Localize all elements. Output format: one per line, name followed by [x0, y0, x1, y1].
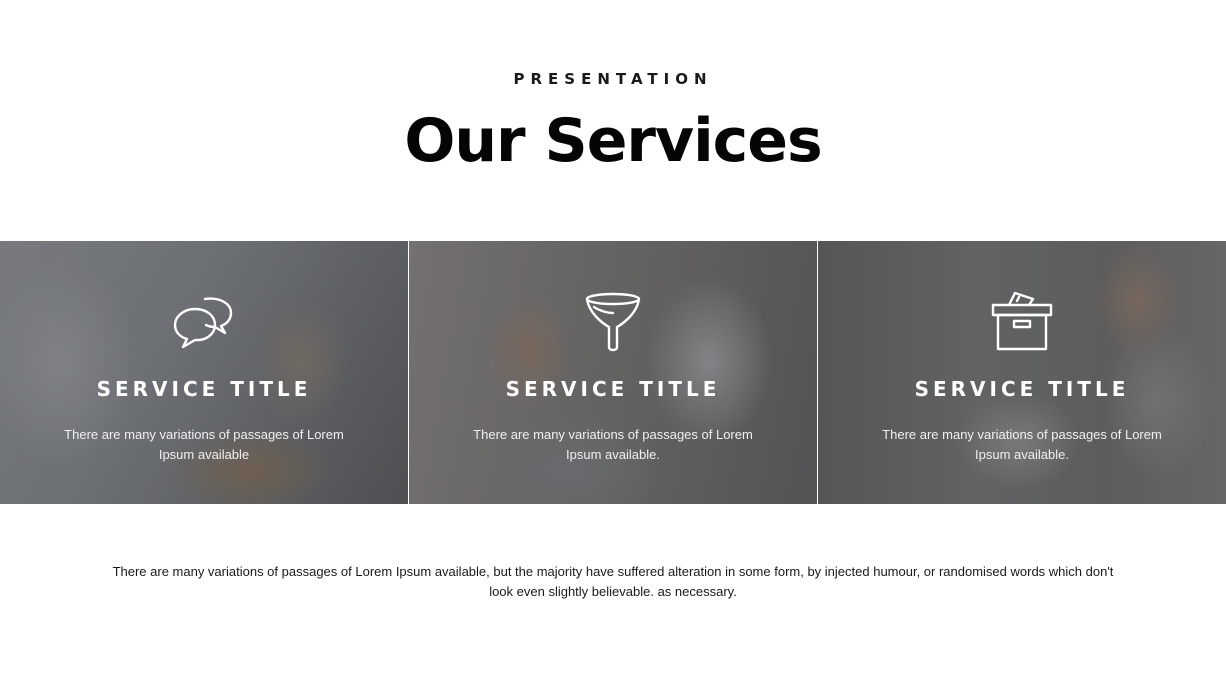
- services-band: SERVICE TITLE There are many variations …: [0, 241, 1226, 504]
- slide: PRESENTATION Our Services SERVICE TITLE …: [0, 0, 1226, 690]
- footer-paragraph: There are many variations of passages of…: [112, 564, 1114, 599]
- speech-bubbles-icon: [0, 289, 408, 355]
- funnel-icon: [409, 289, 817, 355]
- service-card-content: SERVICE TITLE There are many variations …: [0, 241, 408, 504]
- eyebrow-label: PRESENTATION: [513, 70, 713, 88]
- service-card-content: SERVICE TITLE There are many variations …: [818, 241, 1226, 504]
- archive-box-icon: [818, 289, 1226, 355]
- service-card-3: SERVICE TITLE There are many variations …: [817, 241, 1226, 504]
- service-title: SERVICE TITLE: [914, 377, 1130, 401]
- service-card-2: SERVICE TITLE There are many variations …: [408, 241, 817, 504]
- service-description: There are many variations of passages of…: [882, 427, 1162, 462]
- service-description: There are many variations of passages of…: [64, 427, 344, 462]
- service-card-content: SERVICE TITLE There are many variations …: [409, 241, 817, 504]
- service-title: SERVICE TITLE: [96, 377, 312, 401]
- service-description: There are many variations of passages of…: [473, 427, 753, 462]
- page-title: Our Services: [404, 106, 822, 176]
- service-card-1: SERVICE TITLE There are many variations …: [0, 241, 408, 504]
- service-title: SERVICE TITLE: [505, 377, 721, 401]
